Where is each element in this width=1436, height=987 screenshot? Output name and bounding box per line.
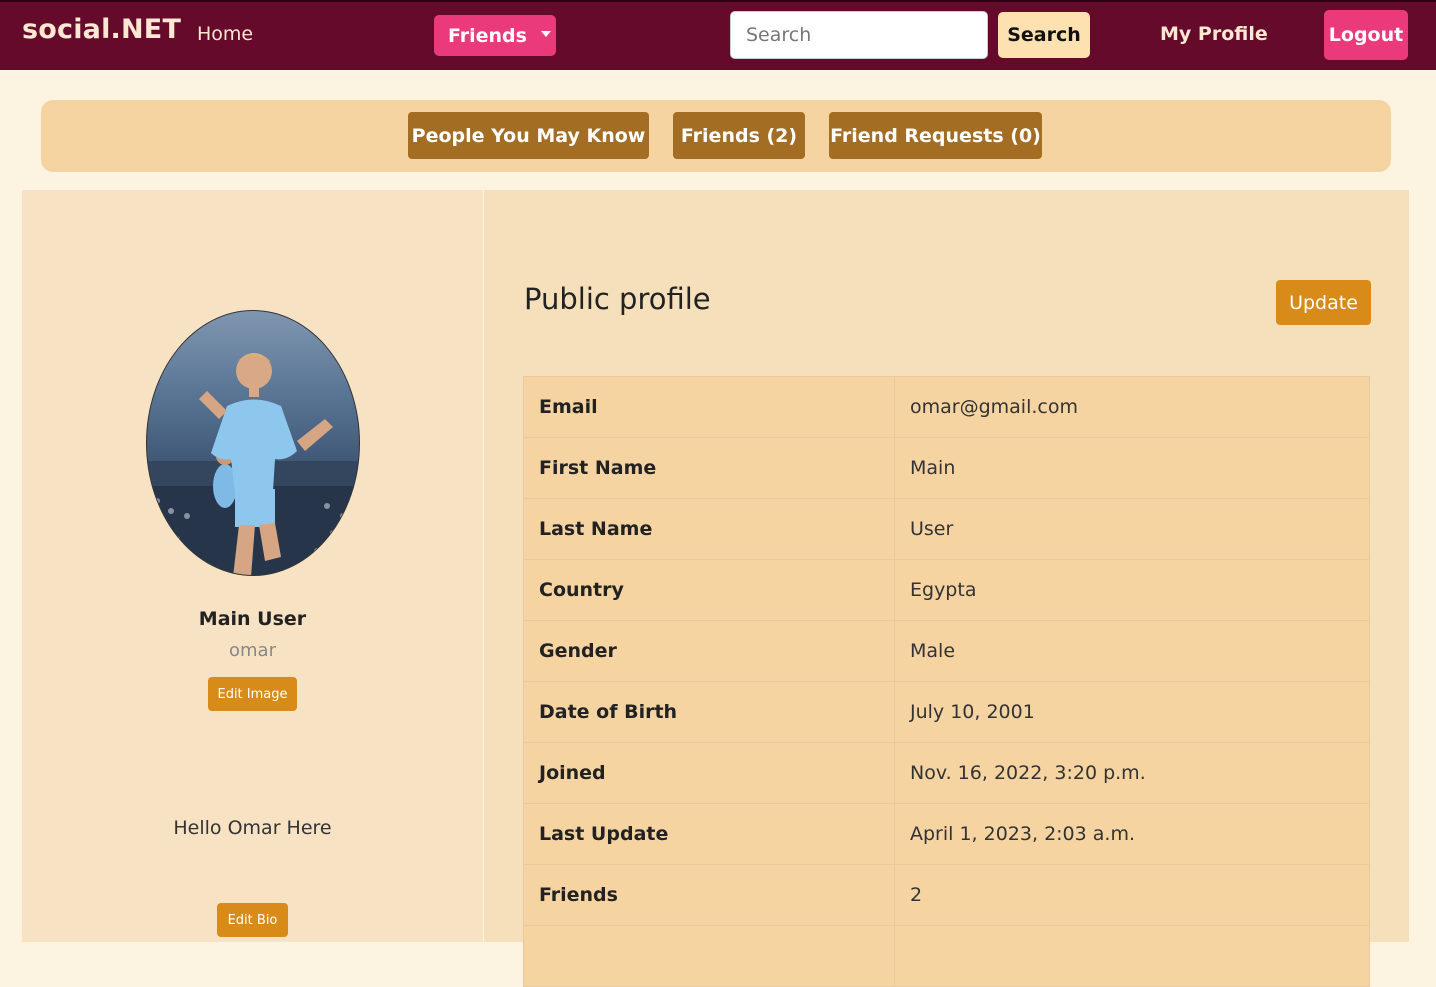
table-row: Country Egypta [523,559,1370,621]
row-label-country: Country [523,559,895,621]
row-label-email: Email [523,376,895,438]
public-profile-panel: Public profile Update Email omar@gmail.c… [484,190,1409,987]
search-button[interactable]: Search [998,12,1090,58]
row-label-joined: Joined [523,742,895,804]
avatar-photo [147,353,359,575]
row-value-extra [894,925,1370,987]
table-row: Last Update April 1, 2023, 2:03 a.m. [523,803,1370,865]
brand-logo[interactable]: social.NET [22,14,181,45]
friends-count-button[interactable]: Friends (2) [673,112,805,159]
page-title: Public profile [524,282,711,316]
row-value-date-of-birth: July 10, 2001 [894,681,1370,743]
profile-info-table: Email omar@gmail.com First Name Main Las… [523,376,1370,987]
row-label-first-name: First Name [523,437,895,499]
row-value-country: Egypta [894,559,1370,621]
row-value-gender: Male [894,620,1370,682]
row-label-friends: Friends [523,864,895,926]
table-row: Email omar@gmail.com [523,376,1370,438]
row-value-last-name: User [894,498,1370,560]
people-you-may-know-button[interactable]: People You May Know [408,112,649,159]
row-value-last-update: April 1, 2023, 2:03 a.m. [894,803,1370,865]
table-row: Friends 2 [523,864,1370,926]
friends-dropdown-button[interactable]: Friends [434,15,556,56]
friends-dropdown-label: Friends [448,24,527,47]
row-value-first-name: Main [894,437,1370,499]
edit-image-button[interactable]: Edit Image [208,677,297,711]
row-label-extra [523,925,895,987]
profile-bio: Hello Omar Here [173,817,332,839]
update-button[interactable]: Update [1276,280,1371,325]
caret-down-icon [540,31,551,37]
profile-username: omar [229,640,276,661]
edit-bio-button[interactable]: Edit Bio [217,903,288,937]
profile-full-name: Main User [198,608,307,630]
table-row: Last Name User [523,498,1370,560]
table-row [523,925,1370,987]
search-input[interactable] [730,11,988,59]
profile-sidebar: Main User omar Edit Image Hello Omar Her… [22,190,483,942]
row-value-email: omar@gmail.com [894,376,1370,438]
row-label-last-name: Last Name [523,498,895,560]
friends-subnav: People You May Know Friends (2) Friend R… [41,100,1391,172]
friend-requests-button[interactable]: Friend Requests (0) [829,112,1042,159]
row-value-joined: Nov. 16, 2022, 3:20 p.m. [894,742,1370,804]
nav-home-link[interactable]: Home [197,23,253,45]
my-profile-link[interactable]: My Profile [1160,23,1268,45]
table-row: Gender Male [523,620,1370,682]
row-label-gender: Gender [523,620,895,682]
row-value-friends: 2 [894,864,1370,926]
top-navbar: social.NET Home Friends Search My Profil… [0,0,1436,70]
table-row: First Name Main [523,437,1370,499]
table-row: Joined Nov. 16, 2022, 3:20 p.m. [523,742,1370,804]
table-row: Date of Birth July 10, 2001 [523,681,1370,743]
avatar [146,310,360,576]
row-label-last-update: Last Update [523,803,895,865]
logout-button[interactable]: Logout [1324,10,1408,60]
row-label-date-of-birth: Date of Birth [523,681,895,743]
